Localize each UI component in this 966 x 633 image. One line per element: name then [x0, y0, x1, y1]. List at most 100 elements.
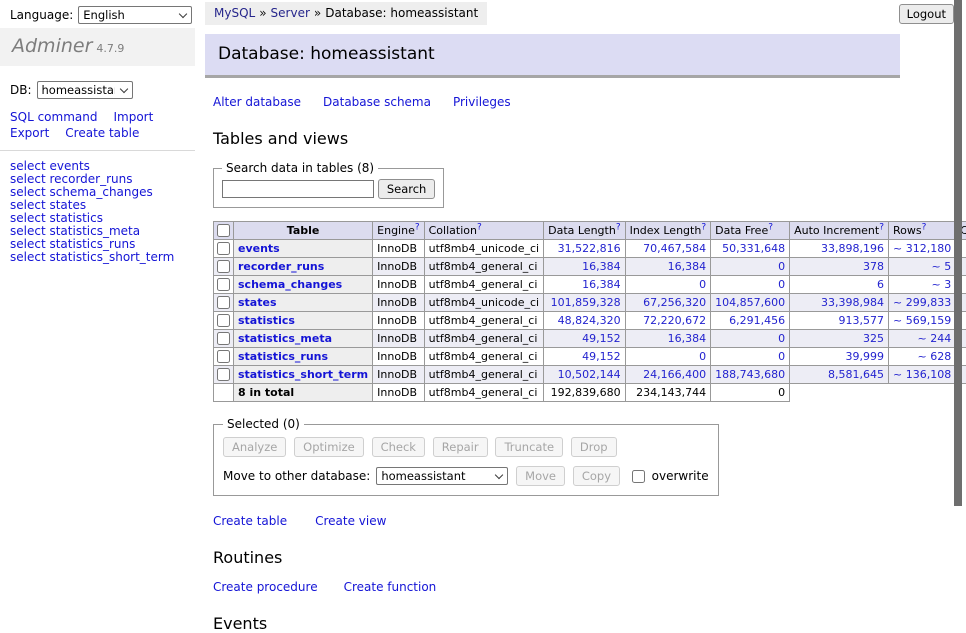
sidebar-item-export[interactable]: Export: [10, 126, 49, 140]
table-name-link[interactable]: events: [238, 242, 280, 255]
truncate-button[interactable]: Truncate: [495, 437, 563, 457]
row-checkbox[interactable]: [217, 242, 230, 255]
move-row: Move to other database: homeassistant Mo…: [223, 466, 709, 486]
rows-cell: ~ 299,833: [889, 294, 956, 312]
engine-cell: InnoDB: [373, 294, 424, 312]
drop-button[interactable]: Drop: [571, 437, 617, 457]
check-button[interactable]: Check: [372, 437, 425, 457]
data-free-cell: 188,743,680: [711, 366, 790, 384]
footer-data-length-cell: 192,839,680: [544, 384, 625, 402]
move-button[interactable]: Move: [516, 466, 565, 486]
row-checkbox[interactable]: [217, 278, 230, 291]
search-input[interactable]: [222, 180, 374, 198]
row-checkbox[interactable]: [217, 296, 230, 309]
repair-button[interactable]: Repair: [433, 437, 488, 457]
column-header-engine: Engine?: [373, 222, 424, 240]
help-link[interactable]: ?: [477, 222, 482, 232]
sidebar-item-select-statistics-short-term[interactable]: select statistics_short_term: [10, 251, 195, 264]
table-name-link[interactable]: statistics_meta: [238, 332, 332, 345]
language-label: Language:: [10, 8, 73, 22]
search-legend: Search data in tables (8): [222, 161, 378, 175]
row-checkbox[interactable]: [217, 368, 230, 381]
index-length-cell: 16,384: [625, 330, 711, 348]
alter-database-link[interactable]: Alter database: [213, 95, 301, 109]
privileges-link[interactable]: Privileges: [453, 95, 511, 109]
overwrite-label: overwrite: [652, 469, 709, 483]
language-row: Language: English: [10, 6, 192, 24]
table-name-link[interactable]: recorder_runs: [238, 260, 324, 273]
table-header-row: Table Engine? Collation? Data Length? In…: [214, 222, 966, 240]
table-name-link[interactable]: statistics_runs: [238, 350, 328, 363]
column-header-index-length: Index Length?: [625, 222, 711, 240]
help-link[interactable]: ?: [415, 222, 420, 232]
row-checkbox[interactable]: [217, 350, 230, 363]
analyze-button[interactable]: Analyze: [223, 437, 286, 457]
selected-buttons-row: Analyze Optimize Check Repair Truncate D…: [223, 437, 709, 457]
auto-increment-cell: 325: [790, 330, 889, 348]
table-row: statistics_runs InnoDB utf8mb4_general_c…: [214, 348, 966, 366]
index-length-cell: 0: [625, 276, 711, 294]
table-row: statistics InnoDB utf8mb4_general_ci 48,…: [214, 312, 966, 330]
create-procedure-link[interactable]: Create procedure: [213, 580, 318, 594]
optimize-button[interactable]: Optimize: [294, 437, 364, 457]
help-link[interactable]: ?: [879, 222, 884, 232]
create-function-link[interactable]: Create function: [344, 580, 437, 594]
vertical-scrollbar-thumb[interactable]: [954, 0, 962, 506]
app-logo: Adminer: [12, 35, 92, 57]
copy-button[interactable]: Copy: [573, 466, 620, 486]
chevron-down-icon: [495, 470, 503, 478]
index-length-cell: 24,166,400: [625, 366, 711, 384]
data-free-cell: 0: [711, 258, 790, 276]
move-database-select[interactable]: homeassistant: [376, 467, 508, 485]
create-view-link[interactable]: Create view: [315, 514, 386, 528]
sidebar-item-import[interactable]: Import: [113, 110, 153, 124]
footer-index-length-cell: 234,143,744: [625, 384, 711, 402]
db-select[interactable]: homeassistant: [37, 81, 133, 99]
table-name-link[interactable]: states: [238, 296, 277, 309]
collation-cell: utf8mb4_unicode_ci: [424, 240, 543, 258]
collation-cell: utf8mb4_general_ci: [424, 312, 543, 330]
collation-cell: utf8mb4_general_ci: [424, 330, 543, 348]
help-link[interactable]: ?: [616, 222, 621, 232]
table-name-cell: statistics: [234, 312, 373, 330]
data-length-cell: 16,384: [544, 276, 625, 294]
data-free-cell: 0: [711, 330, 790, 348]
data-length-cell: 31,522,816: [544, 240, 625, 258]
selected-legend: Selected (0): [223, 417, 304, 431]
breadcrumb-link-mysql[interactable]: MySQL: [214, 6, 255, 20]
engine-cell: InnoDB: [373, 348, 424, 366]
help-link[interactable]: ?: [701, 222, 706, 232]
table-name-link[interactable]: statistics: [238, 314, 295, 327]
index-length-cell: 0: [625, 348, 711, 366]
table-name-link[interactable]: schema_changes: [238, 278, 342, 291]
row-checkbox[interactable]: [217, 332, 230, 345]
sidebar-item-sql-command[interactable]: SQL command: [10, 110, 97, 124]
data-length-cell: 49,152: [544, 330, 625, 348]
engine-cell: InnoDB: [373, 258, 424, 276]
language-select[interactable]: English: [78, 6, 192, 24]
select-all-checkbox[interactable]: [217, 224, 230, 237]
table-name-cell: statistics_meta: [234, 330, 373, 348]
column-header-data-length: Data Length?: [544, 222, 625, 240]
overwrite-checkbox[interactable]: [632, 470, 645, 483]
app-version: 4.7.9: [96, 42, 124, 55]
help-link[interactable]: ?: [922, 222, 927, 232]
footer-engine-cell: InnoDB: [373, 384, 424, 402]
create-table-link[interactable]: Create table: [213, 514, 287, 528]
table-name-link[interactable]: statistics_short_term: [238, 368, 368, 381]
search-button[interactable]: Search: [378, 179, 436, 199]
engine-cell: InnoDB: [373, 330, 424, 348]
routines-section-title: Routines: [213, 548, 925, 567]
auto-increment-cell: 913,577: [790, 312, 889, 330]
auto-increment-cell: 33,398,984: [790, 294, 889, 312]
database-schema-link[interactable]: Database schema: [323, 95, 431, 109]
index-length-cell: 16,384: [625, 258, 711, 276]
row-checkbox[interactable]: [217, 314, 230, 327]
engine-cell: InnoDB: [373, 312, 424, 330]
sidebar-item-create-table[interactable]: Create table: [65, 126, 139, 140]
column-header-auto-increment: Auto Increment?: [790, 222, 889, 240]
help-link[interactable]: ?: [768, 222, 773, 232]
breadcrumb-link-server[interactable]: Server: [271, 6, 310, 20]
breadcrumb-separator: »: [314, 6, 321, 20]
row-checkbox[interactable]: [217, 260, 230, 273]
